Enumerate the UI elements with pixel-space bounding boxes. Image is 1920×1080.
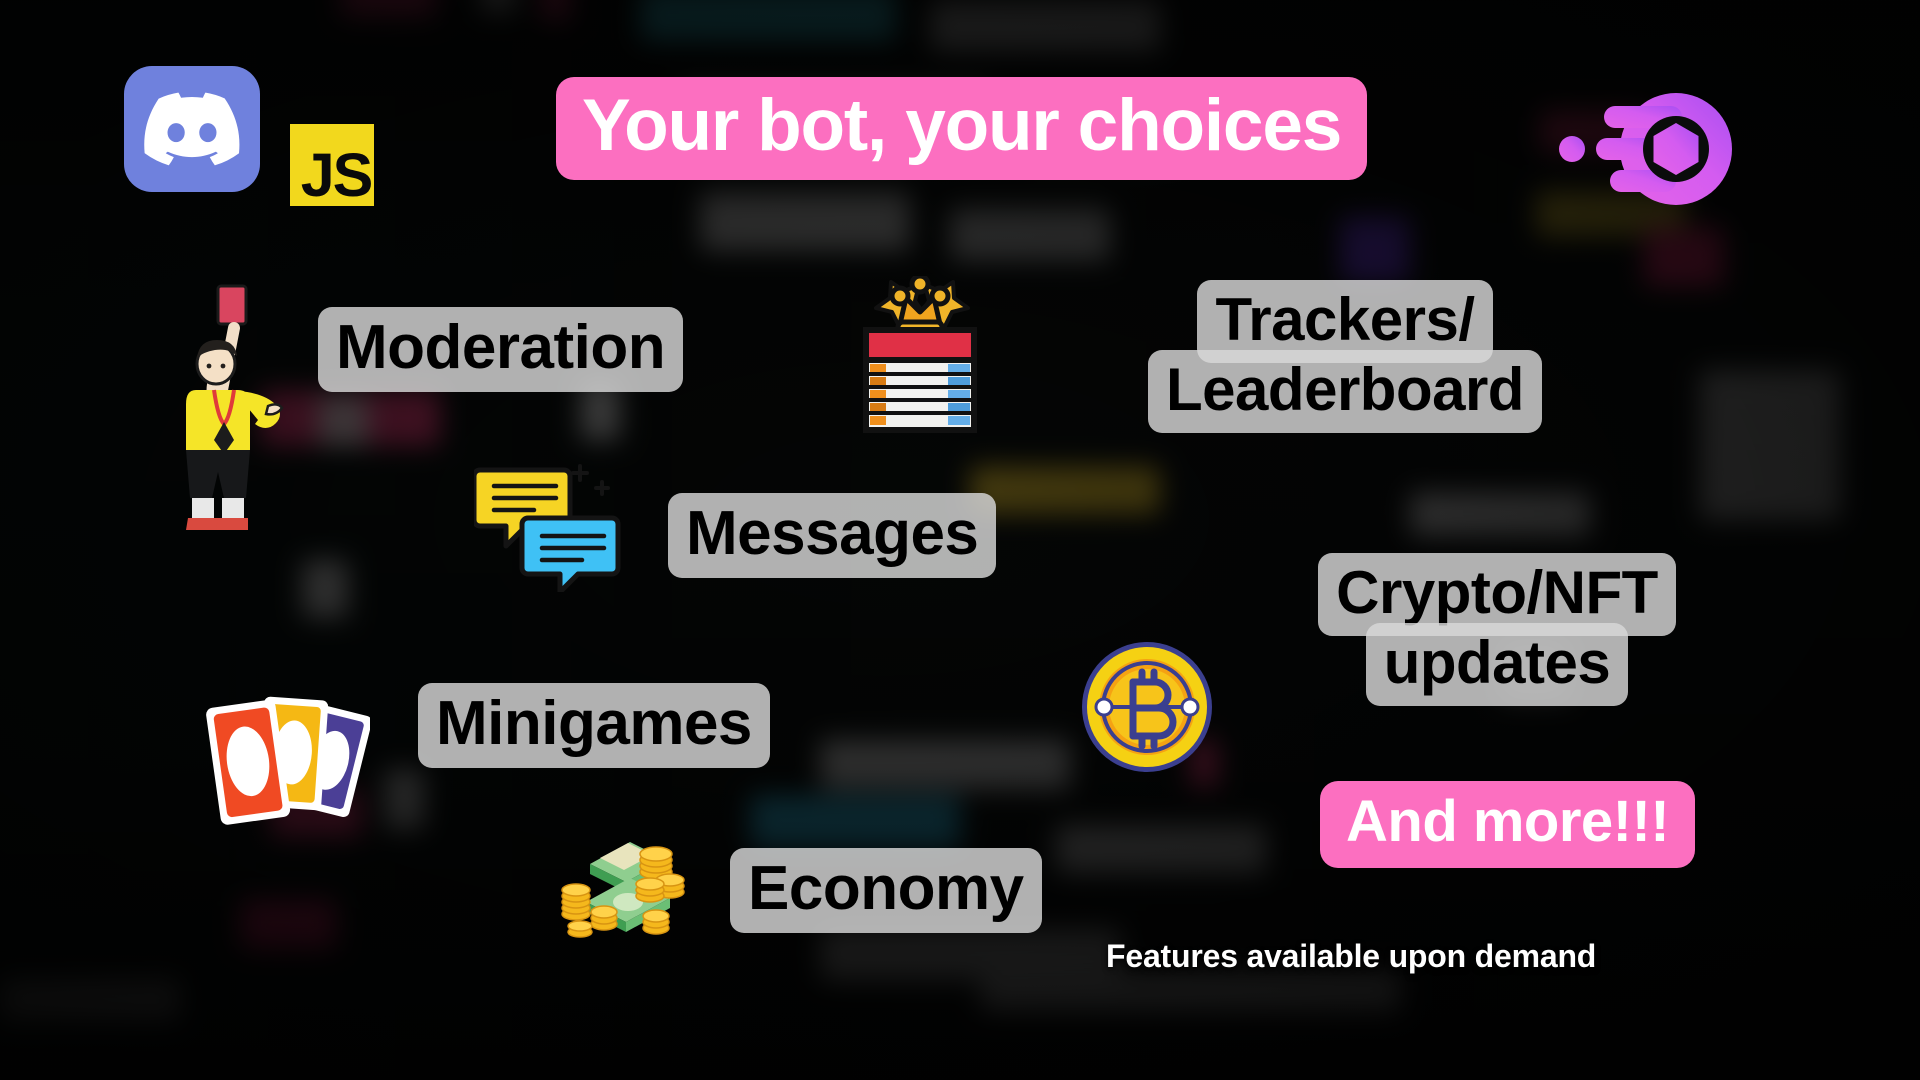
banner-canvas: JS Your bot, your choices Moderation Tra… [0,0,1920,1080]
leaderboard-crown-icon [856,273,984,434]
feature-label-and-more: And more!!! [1320,781,1696,868]
money-with-coins-icon [560,824,700,944]
javascript-logo-label: JS [300,141,374,210]
playing-cards-icon [202,688,372,840]
headline-banner: Your bot, your choices [556,77,1368,180]
discord-logo [124,66,260,192]
referee-red-card-icon [178,278,294,536]
footnote-text: Features available upon demand [1106,938,1597,974]
feature-badge-trackers: Trackers/ Leaderboard [1110,280,1580,433]
feature-label-moderation: Moderation [318,307,684,392]
javascript-logo: JS [290,124,374,206]
feature-label-messages: Messages [668,493,997,578]
feature-badge-crypto: Crypto/NFT updates [1272,553,1722,706]
chat-bubbles-icon [471,460,622,595]
feature-label-crypto-line2: updates [1365,622,1629,706]
bitcoin-coin-icon [1078,638,1216,776]
feature-badge-moderation: Moderation [318,307,684,392]
brand-logo [1548,78,1738,220]
feature-badge-and-more: And more!!! [1320,781,1696,868]
feature-badge-messages: Messages [668,493,997,578]
feature-label-minigames: Minigames [418,683,770,768]
feature-badge-minigames: Minigames [418,683,770,768]
headline-text: Your bot, your choices [556,77,1368,180]
feature-label-trackers-line2: Leaderboard [1148,349,1542,433]
feature-badge-economy: Economy [730,848,1042,933]
feature-label-economy: Economy [730,848,1042,933]
